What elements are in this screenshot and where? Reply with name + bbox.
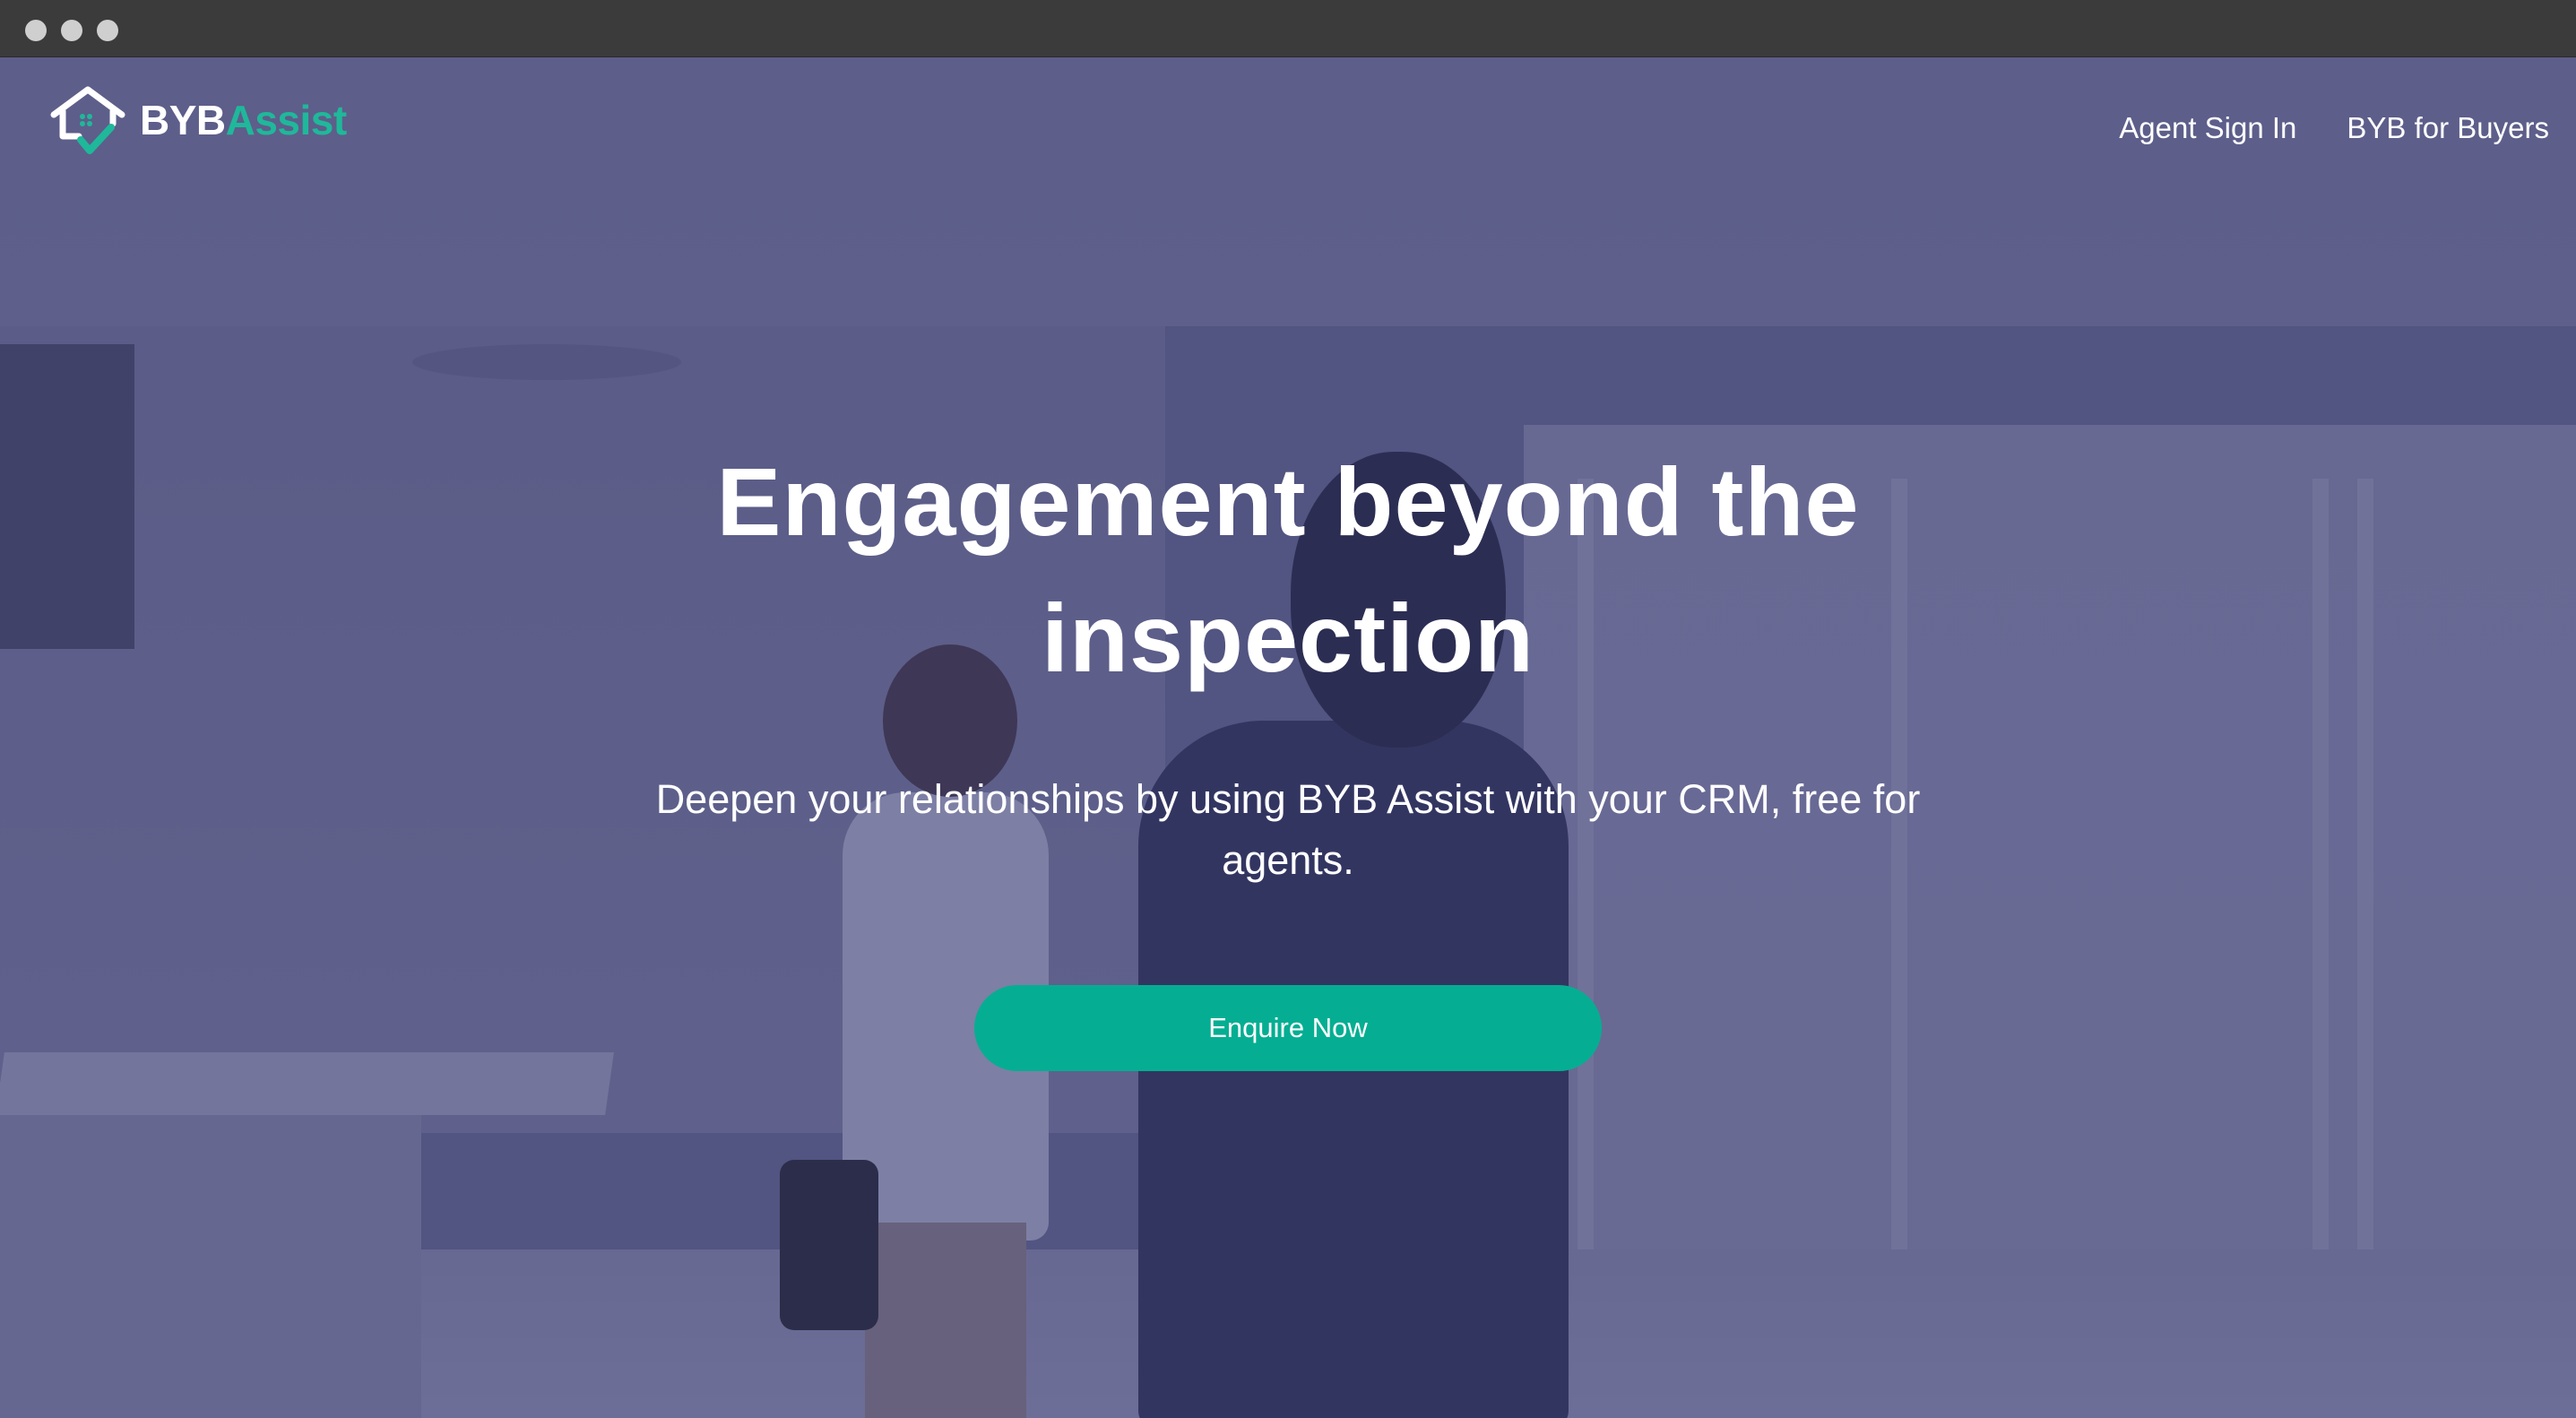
site-header: BYBAssist Agent Sign In BYB for Buyers — [0, 57, 2576, 210]
hero-subtitle: Deepen your relationships by using BYB A… — [655, 776, 1921, 883]
brand-logo[interactable]: BYBAssist — [48, 84, 347, 156]
house-check-icon — [50, 86, 125, 154]
browser-window-chrome — [0, 0, 2576, 57]
window-close-dot[interactable] — [25, 20, 47, 41]
hero-title: Engagement beyond the inspection — [716, 447, 1860, 692]
nav-byb-for-buyers[interactable]: BYB for Buyers — [2347, 111, 2549, 145]
window-minimize-dot[interactable] — [61, 20, 82, 41]
brand-name-part2: Assist — [225, 97, 348, 143]
page-viewport: BYBAssist Agent Sign In BYB for Buyers E… — [0, 57, 2576, 1418]
main-nav: Agent Sign In BYB for Buyers — [2119, 111, 2549, 145]
hero-section: Engagement beyond the inspection Deepen … — [0, 434, 2576, 1071]
brand-wordmark: BYBAssist — [140, 96, 347, 144]
enquire-now-button[interactable]: Enquire Now — [974, 985, 1602, 1071]
brand-name-part1: BYB — [140, 97, 226, 143]
window-maximize-dot[interactable] — [97, 20, 118, 41]
nav-agent-sign-in[interactable]: Agent Sign In — [2119, 111, 2296, 145]
